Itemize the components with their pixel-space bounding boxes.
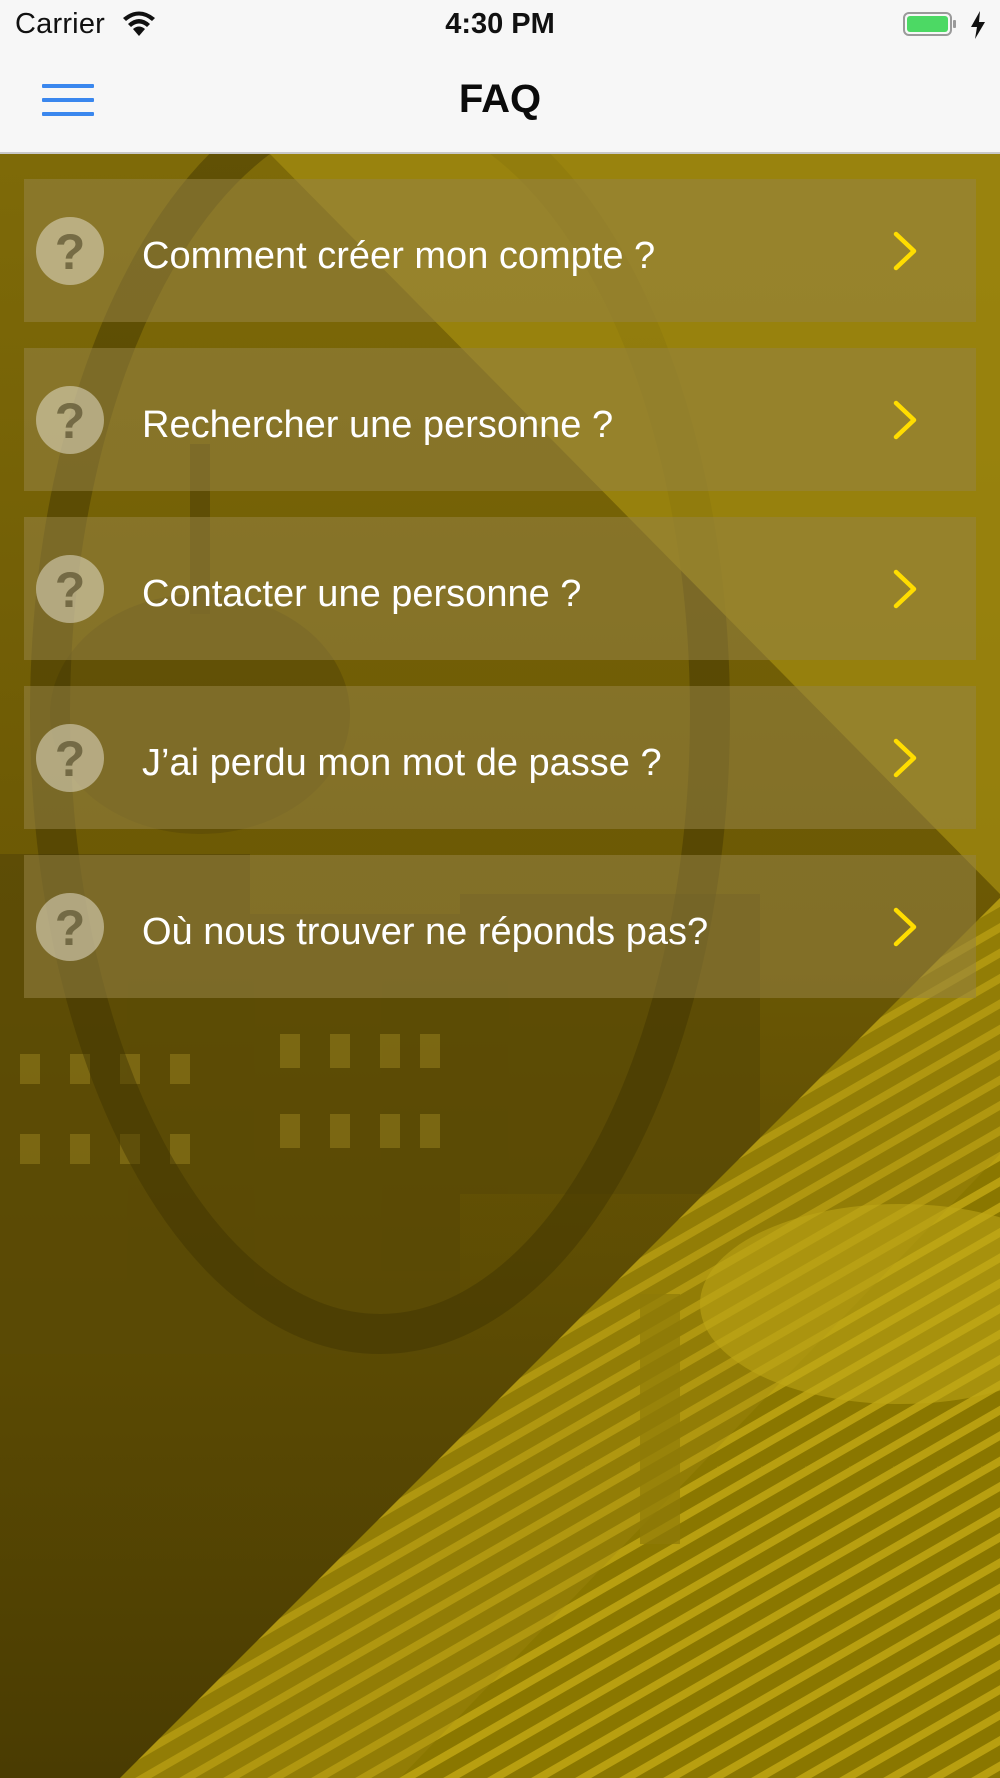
question-mark-icon: ?: [36, 386, 104, 454]
chevron-right-icon: [893, 569, 917, 609]
chevron-right-icon: [893, 400, 917, 440]
status-time: 4:30 PM: [445, 8, 555, 40]
faq-item-contact-person[interactable]: ? Contacter une personne ?: [24, 517, 976, 660]
faq-item-find-us[interactable]: ? Où nous trouver ne réponds pas?: [24, 855, 976, 998]
faq-item-label: Contacter une personne ?: [142, 573, 582, 615]
page-title: FAQ: [458, 77, 542, 121]
faq-item-create-account[interactable]: ? Comment créer mon compte ?: [24, 179, 976, 322]
faq-item-search-person[interactable]: ? Rechercher une personne ?: [24, 348, 976, 491]
chevron-right-icon: [893, 738, 917, 778]
faq-item-label: Comment créer mon compte ?: [142, 235, 656, 277]
question-mark-icon: ?: [36, 555, 104, 623]
question-mark-icon: ?: [36, 724, 104, 792]
faq-list: ? Comment créer mon compte ? ? Recherche…: [24, 179, 976, 1024]
chevron-right-icon: [893, 907, 917, 947]
question-mark-icon: ?: [36, 893, 104, 961]
battery-icon: [903, 12, 956, 36]
status-bar: Carrier 4:30 PM: [0, 0, 1000, 50]
navigation-bar: FAQ: [0, 50, 1000, 154]
faq-item-label: J’ai perdu mon mot de passe ?: [142, 742, 662, 784]
faq-item-label: Rechercher une personne ?: [142, 404, 614, 446]
chevron-right-icon: [893, 231, 917, 271]
charging-bolt-icon: [971, 11, 985, 39]
question-mark-icon: ?: [36, 217, 104, 285]
faq-item-lost-password[interactable]: ? J’ai perdu mon mot de passe ?: [24, 686, 976, 829]
faq-item-label: Où nous trouver ne réponds pas?: [142, 911, 709, 953]
